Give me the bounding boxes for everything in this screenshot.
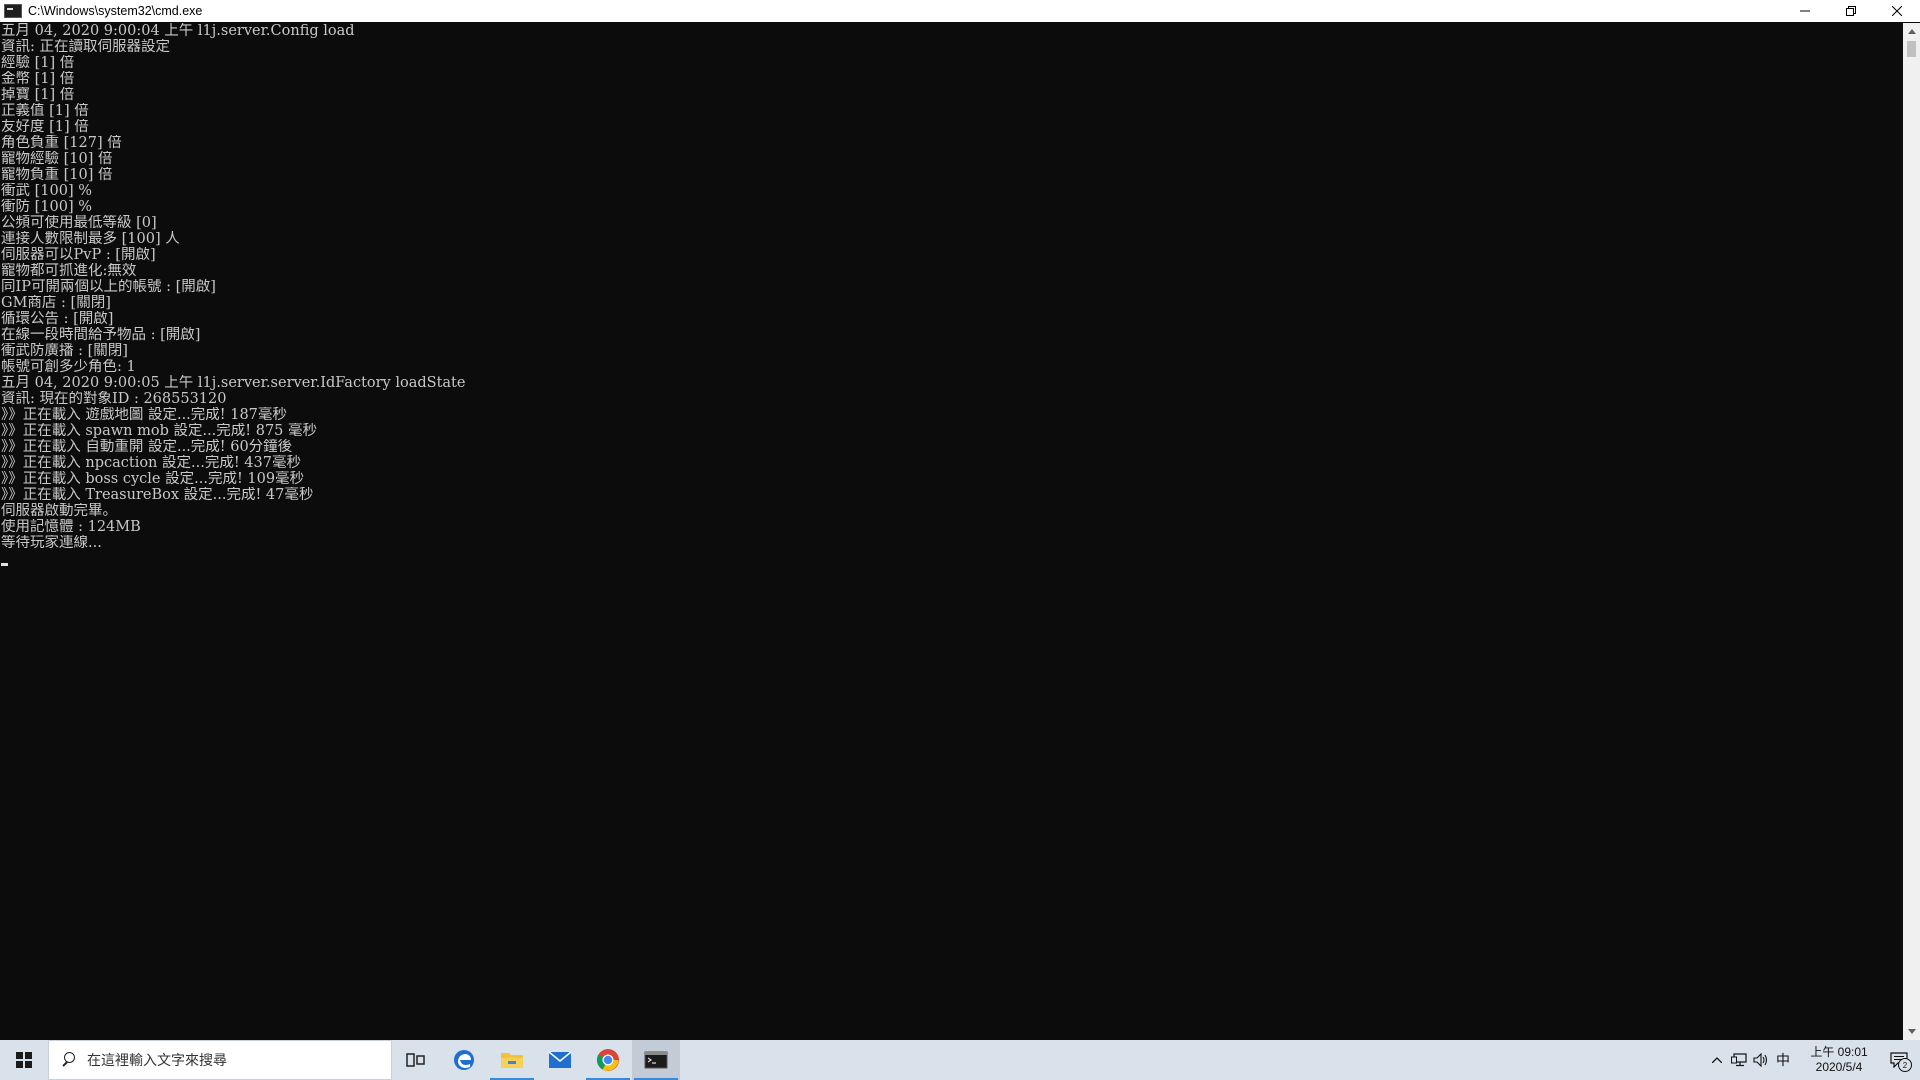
- console-line: 在線一段時間給予物品 : [開啟]: [1, 327, 201, 343]
- show-hidden-icons-button[interactable]: [1706, 1040, 1728, 1080]
- search-icon: [61, 1052, 77, 1068]
- console-line: 五月 04, 2020 9:00:05 上午 l1j.server.server…: [1, 375, 466, 391]
- console-line: 資訊: 正在讀取伺服器設定: [1, 39, 170, 55]
- console-line: 寵物負重 [10] 倍: [1, 167, 113, 183]
- cmd-taskbar-button[interactable]: [632, 1040, 680, 1080]
- console-line: 衝防 [100] %: [1, 199, 92, 215]
- chrome-icon: [597, 1049, 619, 1071]
- clock-date: 2020/5/4: [1815, 1060, 1863, 1074]
- console-line: 掉寶 [1] 倍: [1, 87, 75, 103]
- input-method-indicator[interactable]: 中: [1772, 1040, 1794, 1080]
- console-line: 寵物都可抓進化:無效: [1, 263, 137, 279]
- scrollbar-thumb[interactable]: [1907, 41, 1916, 57]
- console-line: 等待玩家連線...: [1, 535, 102, 551]
- restore-icon: [1846, 6, 1856, 16]
- windows-logo-icon: [16, 1052, 32, 1068]
- vertical-scrollbar[interactable]: [1903, 23, 1920, 1040]
- console-line: 衝武防廣播 : [關閉]: [1, 343, 128, 359]
- folder-icon: [501, 1053, 523, 1068]
- console-output[interactable]: 五月 04, 2020 9:00:04 上午 l1j.server.Config…: [1, 23, 1901, 1038]
- task-view-button[interactable]: [392, 1040, 440, 1080]
- system-tray: 中 上午 09:01 2020/5/4 2: [1706, 1040, 1920, 1080]
- network-icon: [1731, 1053, 1747, 1067]
- search-placeholder: 在這裡輸入文字來搜尋: [87, 1053, 227, 1069]
- console-line: 友好度 [1] 倍: [1, 119, 89, 135]
- console-line: 角色負重 [127] 倍: [1, 135, 122, 151]
- action-center-button[interactable]: 2: [1878, 1040, 1920, 1080]
- notification-count-badge: 2: [1898, 1058, 1912, 1072]
- title-bar[interactable]: C:\Windows\system32\cmd.exe: [0, 0, 1920, 22]
- console-line: 伺服器啟動完畢。: [1, 503, 117, 519]
- console-line: 經驗 [1] 倍: [1, 55, 75, 71]
- mail-icon: [548, 1051, 572, 1068]
- task-view-icon: [406, 1053, 425, 1067]
- edge-icon: [454, 1050, 474, 1070]
- console-line: 伺服器可以PvP : [開啟]: [1, 247, 156, 263]
- close-button[interactable]: [1874, 0, 1920, 22]
- mail-button[interactable]: [536, 1040, 584, 1080]
- close-icon: [1892, 6, 1902, 16]
- minimize-icon: [1800, 10, 1810, 12]
- text-cursor: [1, 563, 8, 566]
- console-line: 》》正在載入 spawn mob 設定...完成! 875 毫秒: [1, 423, 318, 439]
- console-line: 資訊: 現在的對象ID : 268553120: [1, 391, 227, 407]
- restore-button[interactable]: [1828, 0, 1874, 22]
- console-line: 五月 04, 2020 9:00:04 上午 l1j.server.Config…: [1, 23, 355, 39]
- chevron-down-icon: [1907, 1029, 1916, 1034]
- edge-button[interactable]: [440, 1040, 488, 1080]
- network-button[interactable]: [1728, 1040, 1750, 1080]
- console-line: 寵物經驗 [10] 倍: [1, 151, 113, 167]
- clock[interactable]: 上午 09:01 2020/5/4: [1800, 1045, 1878, 1075]
- console-line: 帳號可創多少角色: 1: [1, 359, 136, 375]
- clock-time: 上午 09:01: [1810, 1045, 1868, 1059]
- start-button[interactable]: [0, 1040, 48, 1080]
- window-title: C:\Windows\system32\cmd.exe: [28, 4, 203, 18]
- chrome-button[interactable]: [584, 1040, 632, 1080]
- console-line: 同IP可開兩個以上的帳號 : [開啟]: [1, 279, 216, 295]
- scroll-down-button[interactable]: [1903, 1023, 1920, 1040]
- chevron-up-icon: [1907, 29, 1916, 34]
- console-line: 正義值 [1] 倍: [1, 103, 89, 119]
- console-line: GM商店 : [關閉]: [1, 295, 111, 311]
- speaker-icon: [1753, 1053, 1768, 1067]
- console-line: 》》正在載入 TreasureBox 設定...完成! 47毫秒: [1, 487, 314, 503]
- console-line: 連接人數限制最多 [100] 人: [1, 231, 180, 247]
- console-line: 使用記憶體 : 124MB: [1, 519, 141, 535]
- minimize-button[interactable]: [1782, 0, 1828, 22]
- console-line: 衝武 [100] %: [1, 183, 92, 199]
- file-explorer-button[interactable]: [488, 1040, 536, 1080]
- chevron-up-icon: [1712, 1057, 1722, 1063]
- console-line: 公頻可使用最低等級 [0]: [1, 215, 157, 231]
- taskbar-search-box[interactable]: 在這裡輸入文字來搜尋: [48, 1040, 392, 1080]
- console-line: 》》正在載入 遊戲地圖 設定...完成! 187毫秒: [1, 407, 287, 423]
- cmd-app-icon[interactable]: [4, 4, 22, 18]
- taskbar: 在這裡輸入文字來搜尋 中 上午 09:01 2020/5/4 2: [0, 1040, 1920, 1080]
- console-line: 》》正在載入 boss cycle 設定...完成! 109毫秒: [1, 471, 305, 487]
- console-line: 》》正在載入 自動重開 設定...完成! 60分鐘後: [1, 439, 293, 455]
- console-line: 循環公告 : [開啟]: [1, 311, 114, 327]
- window-controls: [1782, 0, 1920, 22]
- console-line: 金幣 [1] 倍: [1, 71, 75, 87]
- scroll-up-button[interactable]: [1903, 23, 1920, 40]
- cmd-window: C:\Windows\system32\cmd.exe 五月 04, 2020 …: [0, 0, 1920, 1040]
- terminal-icon: [644, 1051, 668, 1069]
- console-line: 》》正在載入 npcaction 設定...完成! 437毫秒: [1, 455, 301, 471]
- volume-button[interactable]: [1750, 1040, 1772, 1080]
